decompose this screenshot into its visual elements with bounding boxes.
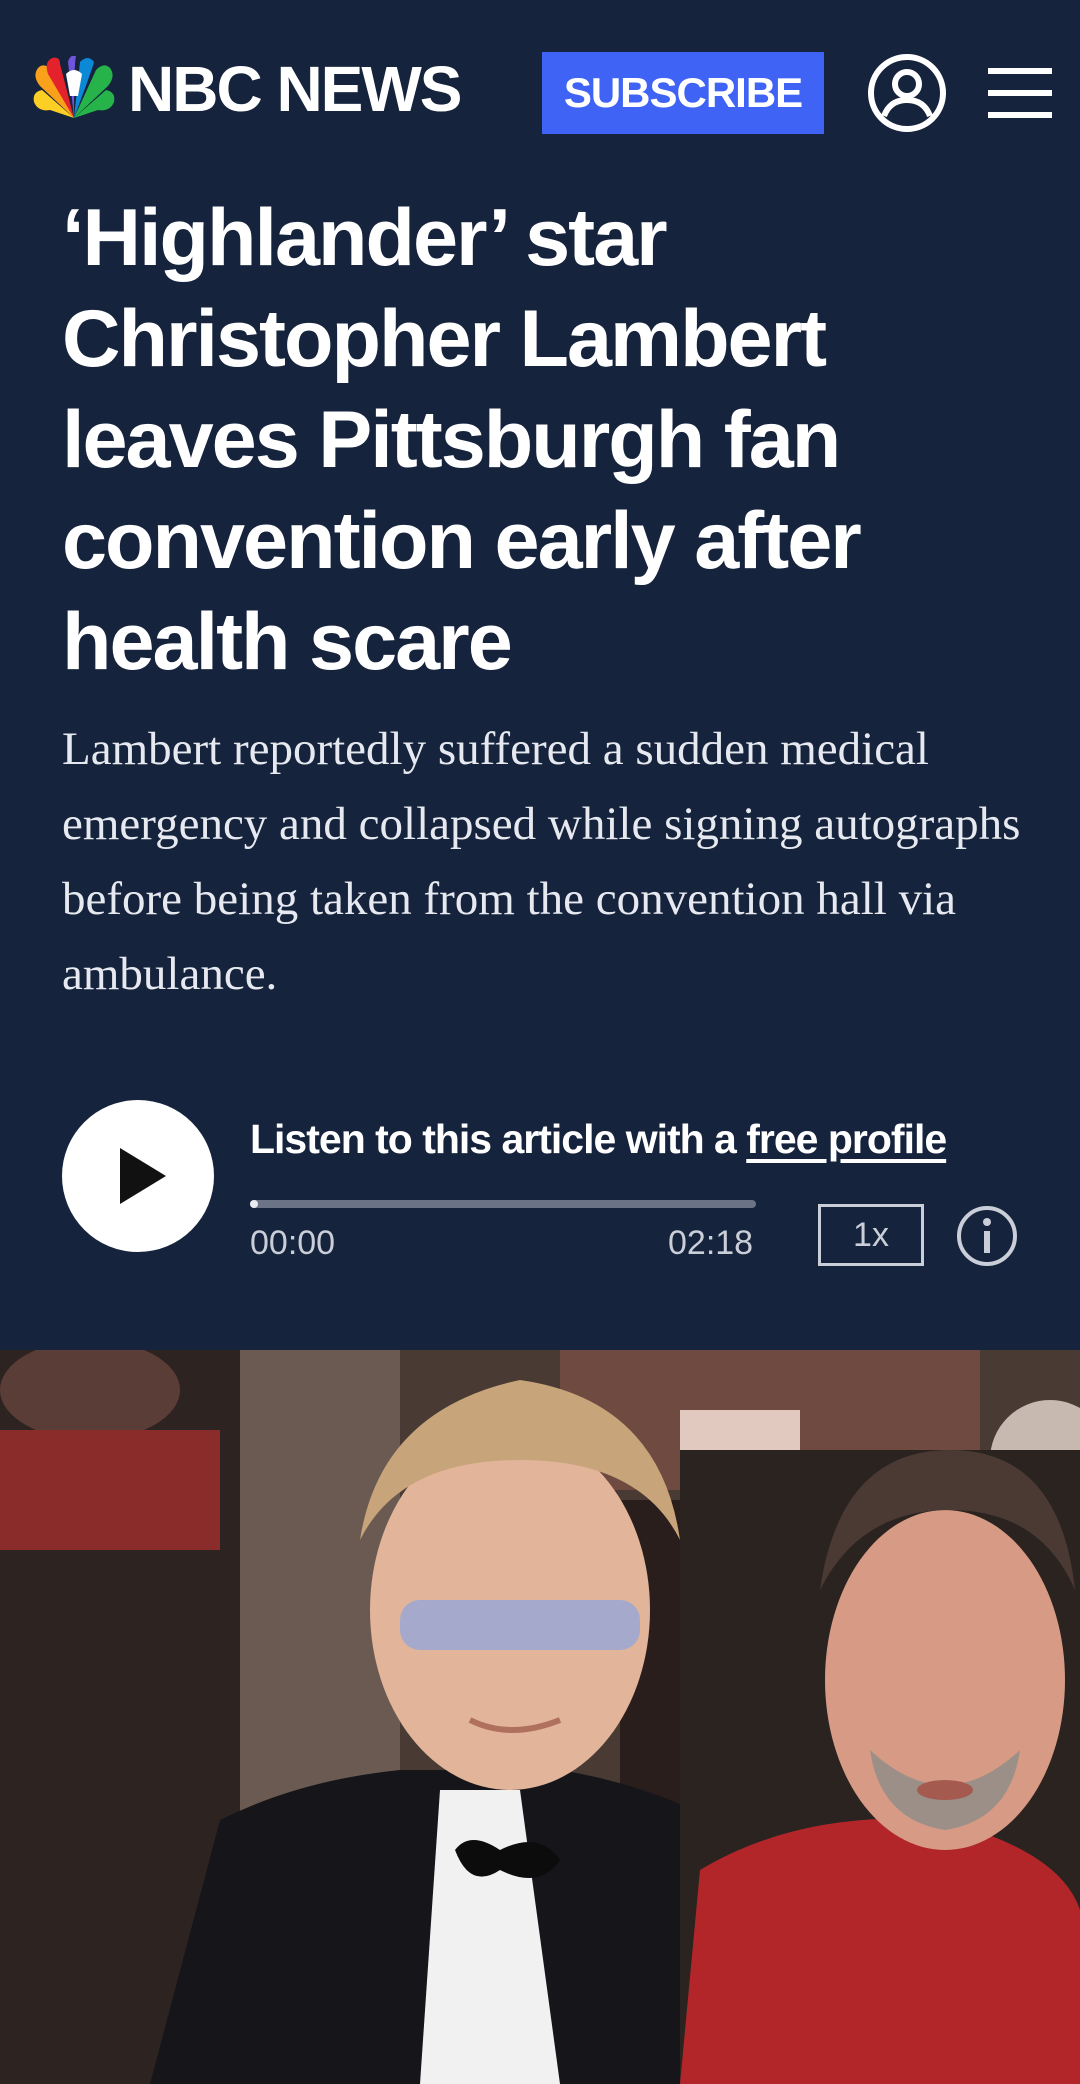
brand-name: NBC NEWS xyxy=(128,53,462,125)
current-time: 00:00 xyxy=(250,1224,336,1262)
subscribe-button[interactable]: SUBSCRIBE xyxy=(542,52,824,134)
article-page: NBC NEWS SUBSCRIBE ‘Highlander’ star Chr… xyxy=(0,0,1080,2084)
play-icon xyxy=(120,1148,166,1204)
article-photo-image xyxy=(0,1350,1080,2084)
free-profile-link[interactable]: free profile xyxy=(746,1116,947,1162)
listen-prefix: Listen to this article with a xyxy=(250,1116,747,1162)
info-icon[interactable] xyxy=(955,1204,1019,1268)
duration: 02:18 xyxy=(668,1224,754,1262)
peacock-icon xyxy=(33,56,115,118)
article-photo xyxy=(0,1350,1080,2084)
play-button[interactable] xyxy=(62,1100,214,1252)
audio-progress-fill xyxy=(250,1200,258,1208)
playback-speed-button[interactable]: 1x xyxy=(818,1204,924,1266)
audio-progress-bar[interactable] xyxy=(250,1200,756,1208)
nbc-news-logo[interactable]: NBC NEWS xyxy=(30,53,462,125)
account-icon[interactable] xyxy=(866,52,948,134)
listen-prompt: Listen to this article with a free profi… xyxy=(250,1116,947,1163)
hamburger-menu-icon[interactable] xyxy=(988,66,1052,120)
site-header: NBC NEWS SUBSCRIBE xyxy=(0,0,1080,180)
article-dek: Lambert reportedly suffered a sudden med… xyxy=(62,723,1021,1000)
article-headline: ‘Highlander’ star Christopher Lambert le… xyxy=(62,193,862,687)
